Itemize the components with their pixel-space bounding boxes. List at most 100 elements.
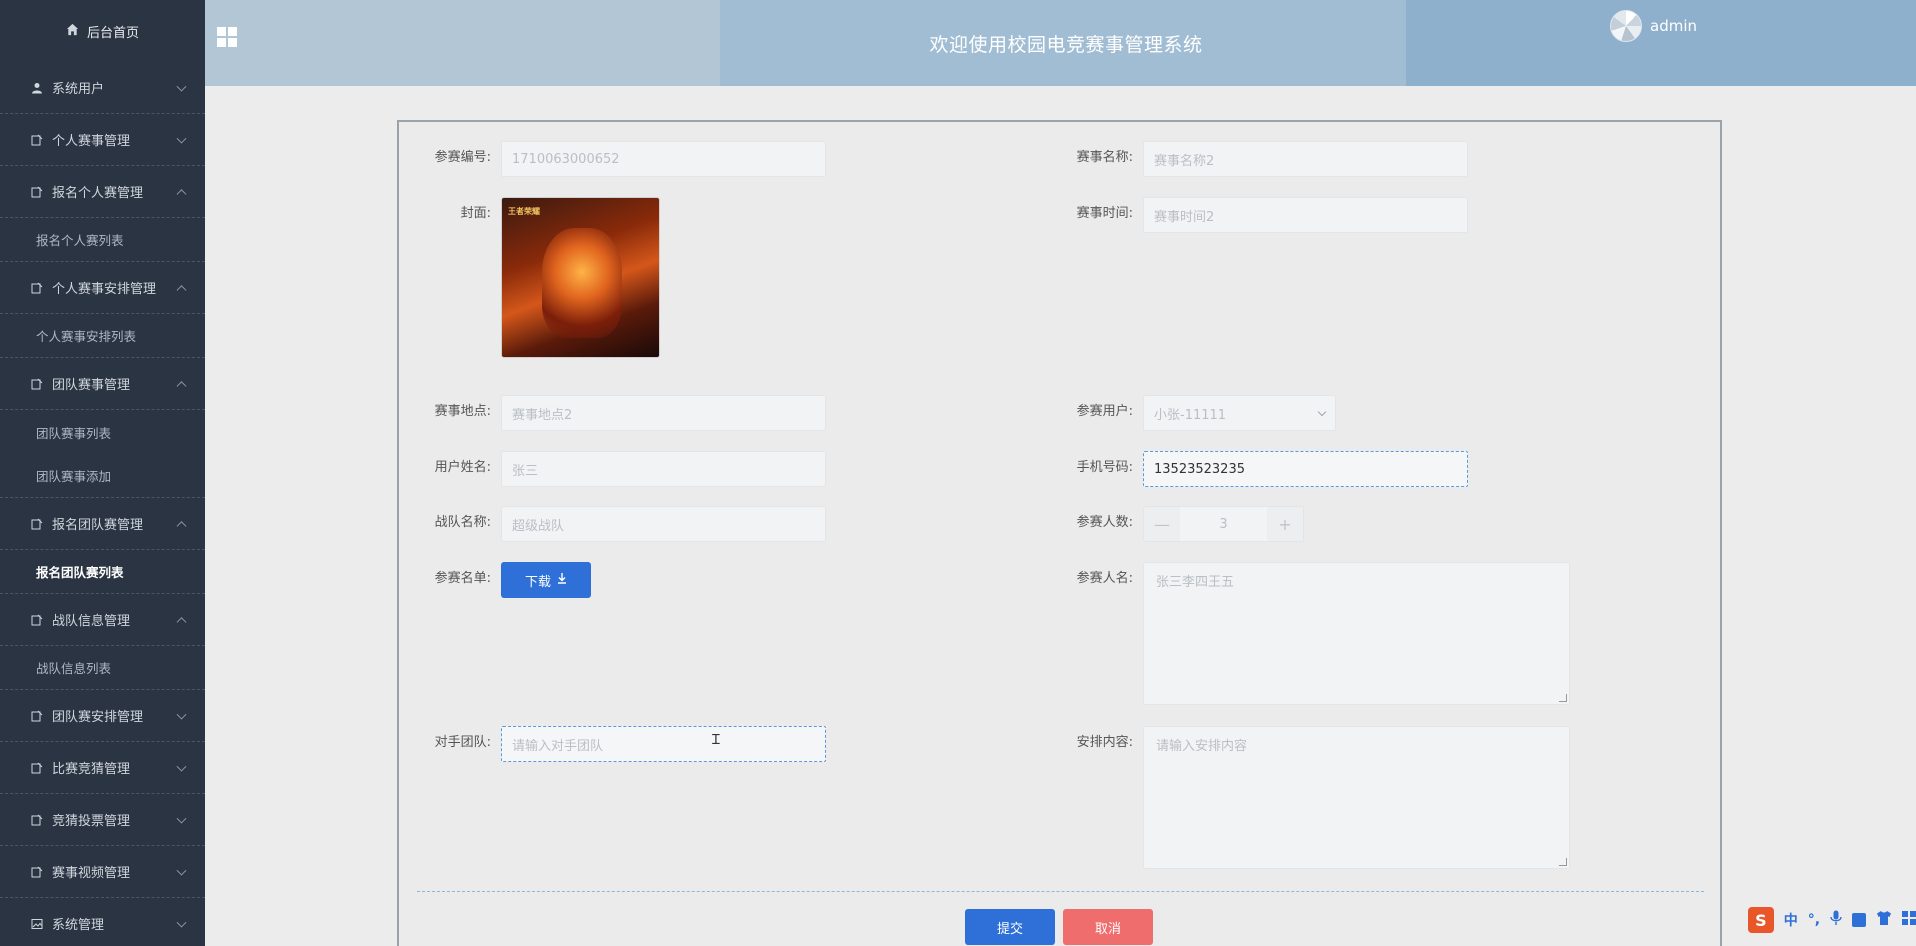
member-count-row: 参赛人数: — 3 + [1041,506,1304,542]
sidebar-item-match-guess[interactable]: 比赛竞猜管理 [0,742,205,794]
cancel-button[interactable]: 取消 [1063,909,1153,945]
sidebar-item-label: 个人赛事安排管理 [52,282,157,297]
team-name-row: 战队名称: 超级战队 [399,506,826,542]
event-name-field[interactable]: 赛事名称2 [1143,141,1468,177]
increment-button[interactable]: + [1267,507,1303,541]
cover-row: 封面: 王者荣耀 [399,197,660,358]
cover-image[interactable]: 王者荣耀 [501,197,660,358]
phone-label: 手机号码: [1076,460,1133,475]
arrangement-textarea[interactable]: 请输入安排内容 [1143,726,1570,869]
member-count-label: 参赛人数: [1076,515,1133,530]
chevron-up-icon [176,284,187,295]
entry-user-select[interactable]: 小张-11111 [1143,395,1336,431]
decrement-button[interactable]: — [1144,507,1180,541]
ime-punct[interactable]: °, [1808,912,1820,928]
download-button[interactable]: 下载 [501,562,591,598]
sidebar: 后台首页 系统用户 个人赛事管理 报名个人赛管理 报名个人赛列表 个人赛事安排管… [0,0,205,946]
sidebar-subitem-team-events-add[interactable]: 团队赛事添加 [0,454,205,498]
sidebar-subitem-personal-signup-list[interactable]: 报名个人赛列表 [0,218,205,262]
edit-icon [30,761,44,775]
user-menu[interactable]: admin [1610,10,1697,42]
user-name-field[interactable]: 张三 [501,451,826,487]
download-button-label: 下载 [524,574,551,590]
resize-handle-icon[interactable] [1559,694,1567,702]
event-place-label: 赛事地点: [434,404,491,419]
user-name-label: 用户姓名: [434,460,491,475]
chevron-down-icon [176,813,187,824]
menu-grid-icon[interactable] [217,27,237,47]
sidebar-item-label: 系统管理 [52,918,105,933]
sidebar-item-team-schedule[interactable]: 团队赛安排管理 [0,690,205,742]
username: admin [1650,17,1697,35]
opponent-row: 对手团队: 请输入对手团队 [399,726,826,762]
edit-icon [30,613,44,627]
sidebar-item-personal-signup[interactable]: 报名个人赛管理 [0,166,205,218]
submit-button[interactable]: 提交 [965,909,1055,945]
member-names-textarea[interactable]: 张三李四王五 [1143,562,1570,705]
member-names-value: 张三李四王五 [1156,575,1235,590]
sidebar-subitem-team-info-list[interactable]: 战队信息列表 [0,646,205,690]
sidebar-item-event-video[interactable]: 赛事视频管理 [0,846,205,898]
sidebar-item-personal-events[interactable]: 个人赛事管理 [0,114,205,166]
phone-field[interactable]: 13523523235 [1143,451,1468,487]
sidebar-item-guess-vote[interactable]: 竞猜投票管理 [0,794,205,846]
user-icon [30,81,44,95]
team-name-field[interactable]: 超级战队 [501,506,826,542]
chevron-down-icon [176,81,187,92]
sidebar-item-team-events[interactable]: 团队赛事管理 [0,358,205,410]
sidebar-item-system-users[interactable]: 系统用户 [0,62,205,114]
microphone-icon[interactable] [1830,910,1842,930]
edit-icon [30,377,44,391]
member-names-row: 参赛人名: 张三李四王五 [1041,562,1570,705]
sidebar-item-label: 团队赛事管理 [52,378,131,393]
sidebar-subitem-team-signup-list[interactable]: 报名团队赛列表 [0,550,205,594]
sidebar-home[interactable]: 后台首页 [0,0,205,62]
edit-icon [30,133,44,147]
sidebar-item-label: 报名个人赛管理 [52,186,144,201]
sidebar-item-system-admin[interactable]: 系统管理 [0,898,205,946]
text-cursor-icon: Ɪ [712,732,720,748]
sidebar-item-label: 系统用户 [52,82,105,97]
edit-icon [30,281,44,295]
event-time-field[interactable]: 赛事时间2 [1143,197,1468,233]
ime-mode[interactable]: 中 [1784,910,1798,930]
event-name-label: 赛事名称: [1076,150,1133,165]
chevron-down-icon [1317,407,1327,416]
user-name-row: 用户姓名: 张三 [399,451,826,487]
cover-label: 封面: [460,206,491,221]
member-count-value[interactable]: 3 [1180,507,1267,541]
shirt-icon[interactable] [1876,911,1892,929]
keyboard-icon[interactable] [1852,913,1866,927]
edit-icon [30,185,44,199]
sidebar-subitem-team-events-list[interactable]: 团队赛事列表 [0,410,205,454]
chevron-down-icon [176,917,187,928]
event-name-row: 赛事名称: 赛事名称2 [1041,141,1468,177]
chevron-up-icon [176,616,187,627]
entry-no-field[interactable]: 1710063000652 [501,141,826,177]
team-name-label: 战队名称: [434,515,491,530]
chevron-up-icon [176,188,187,199]
sidebar-item-personal-schedule[interactable]: 个人赛事安排管理 [0,262,205,314]
sidebar-subitem-personal-schedule-list[interactable]: 个人赛事安排列表 [0,314,205,358]
event-place-row: 赛事地点: 赛事地点2 [399,395,826,431]
edit-icon [30,709,44,723]
image-icon [30,917,44,931]
sidebar-item-label: 战队信息管理 [52,614,131,629]
chevron-down-icon [176,709,187,720]
ime-logo-icon[interactable]: S [1748,907,1774,933]
form-panel: 参赛编号: 1710063000652 赛事名称: 赛事名称2 封面: 王者荣耀… [397,120,1722,946]
chevron-down-icon [176,761,187,772]
sidebar-item-team-signup[interactable]: 报名团队赛管理 [0,498,205,550]
header-center: 欢迎使用校园电竞赛事管理系统 [720,0,1412,86]
chevron-up-icon [176,380,187,391]
event-place-field[interactable]: 赛事地点2 [501,395,826,431]
sidebar-item-team-info[interactable]: 战队信息管理 [0,594,205,646]
roster-row: 参赛名单: 下载 [399,562,591,598]
arrangement-row: 安排内容: 请输入安排内容 [1041,726,1570,869]
opponent-field[interactable]: 请输入对手团队 [501,726,826,762]
chevron-down-icon [176,865,187,876]
sidebar-home-label: 后台首页 [86,25,139,41]
grid-icon[interactable] [1902,911,1916,929]
sidebar-item-label: 团队赛安排管理 [52,710,144,725]
resize-handle-icon[interactable] [1559,858,1567,866]
